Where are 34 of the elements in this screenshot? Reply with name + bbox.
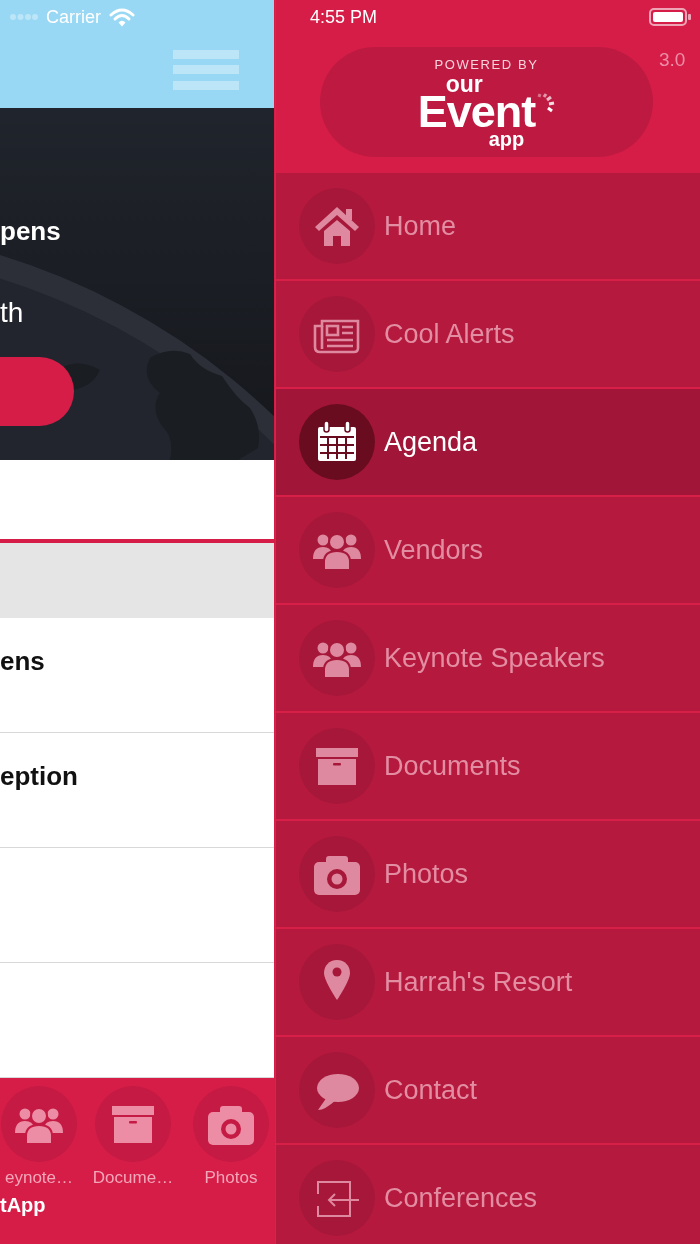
carrier-label: Carrier — [46, 5, 101, 29]
app-name-label: tApp — [0, 1194, 46, 1216]
sign-in-icon — [299, 1160, 375, 1236]
session-title: eption — [0, 761, 78, 791]
map-pin-icon — [299, 944, 375, 1020]
calendar-icon — [299, 404, 375, 480]
logo-tagline: POWERED BY — [434, 56, 539, 72]
newspaper-icon — [299, 296, 375, 372]
people-icon — [299, 620, 375, 696]
home-icon — [299, 188, 375, 264]
camera-icon — [193, 1086, 269, 1162]
people-icon — [1, 1086, 77, 1162]
speech-bubble-icon — [299, 1052, 375, 1128]
tab-bar-item[interactable]: eynote… — [0, 1086, 78, 1189]
hero-title: pens — [0, 216, 62, 247]
version-label: 3.0 — [659, 49, 686, 71]
archive-box-icon — [95, 1086, 171, 1162]
wifi-icon — [109, 7, 135, 27]
signal-icon — [10, 13, 38, 21]
archive-box-icon — [299, 728, 375, 804]
camera-icon — [299, 836, 375, 912]
logo-text: Event — [417, 92, 536, 131]
session-title: ens — [0, 646, 45, 676]
dashed-arc-icon — [535, 92, 556, 113]
hero-subtitle: th — [0, 296, 25, 330]
action-button[interactable] — [0, 357, 74, 426]
people-icon — [299, 512, 375, 588]
tab-bar-item[interactable]: Photos — [188, 1086, 274, 1189]
tab-bar-item[interactable]: Docume… — [78, 1086, 188, 1189]
logo-text: our — [445, 75, 483, 93]
battery-icon — [649, 8, 691, 26]
menu-item[interactable]: Agenda — [276, 389, 700, 497]
time-label: 4:55 PM — [310, 5, 378, 29]
logo-text: app — [487, 130, 526, 148]
